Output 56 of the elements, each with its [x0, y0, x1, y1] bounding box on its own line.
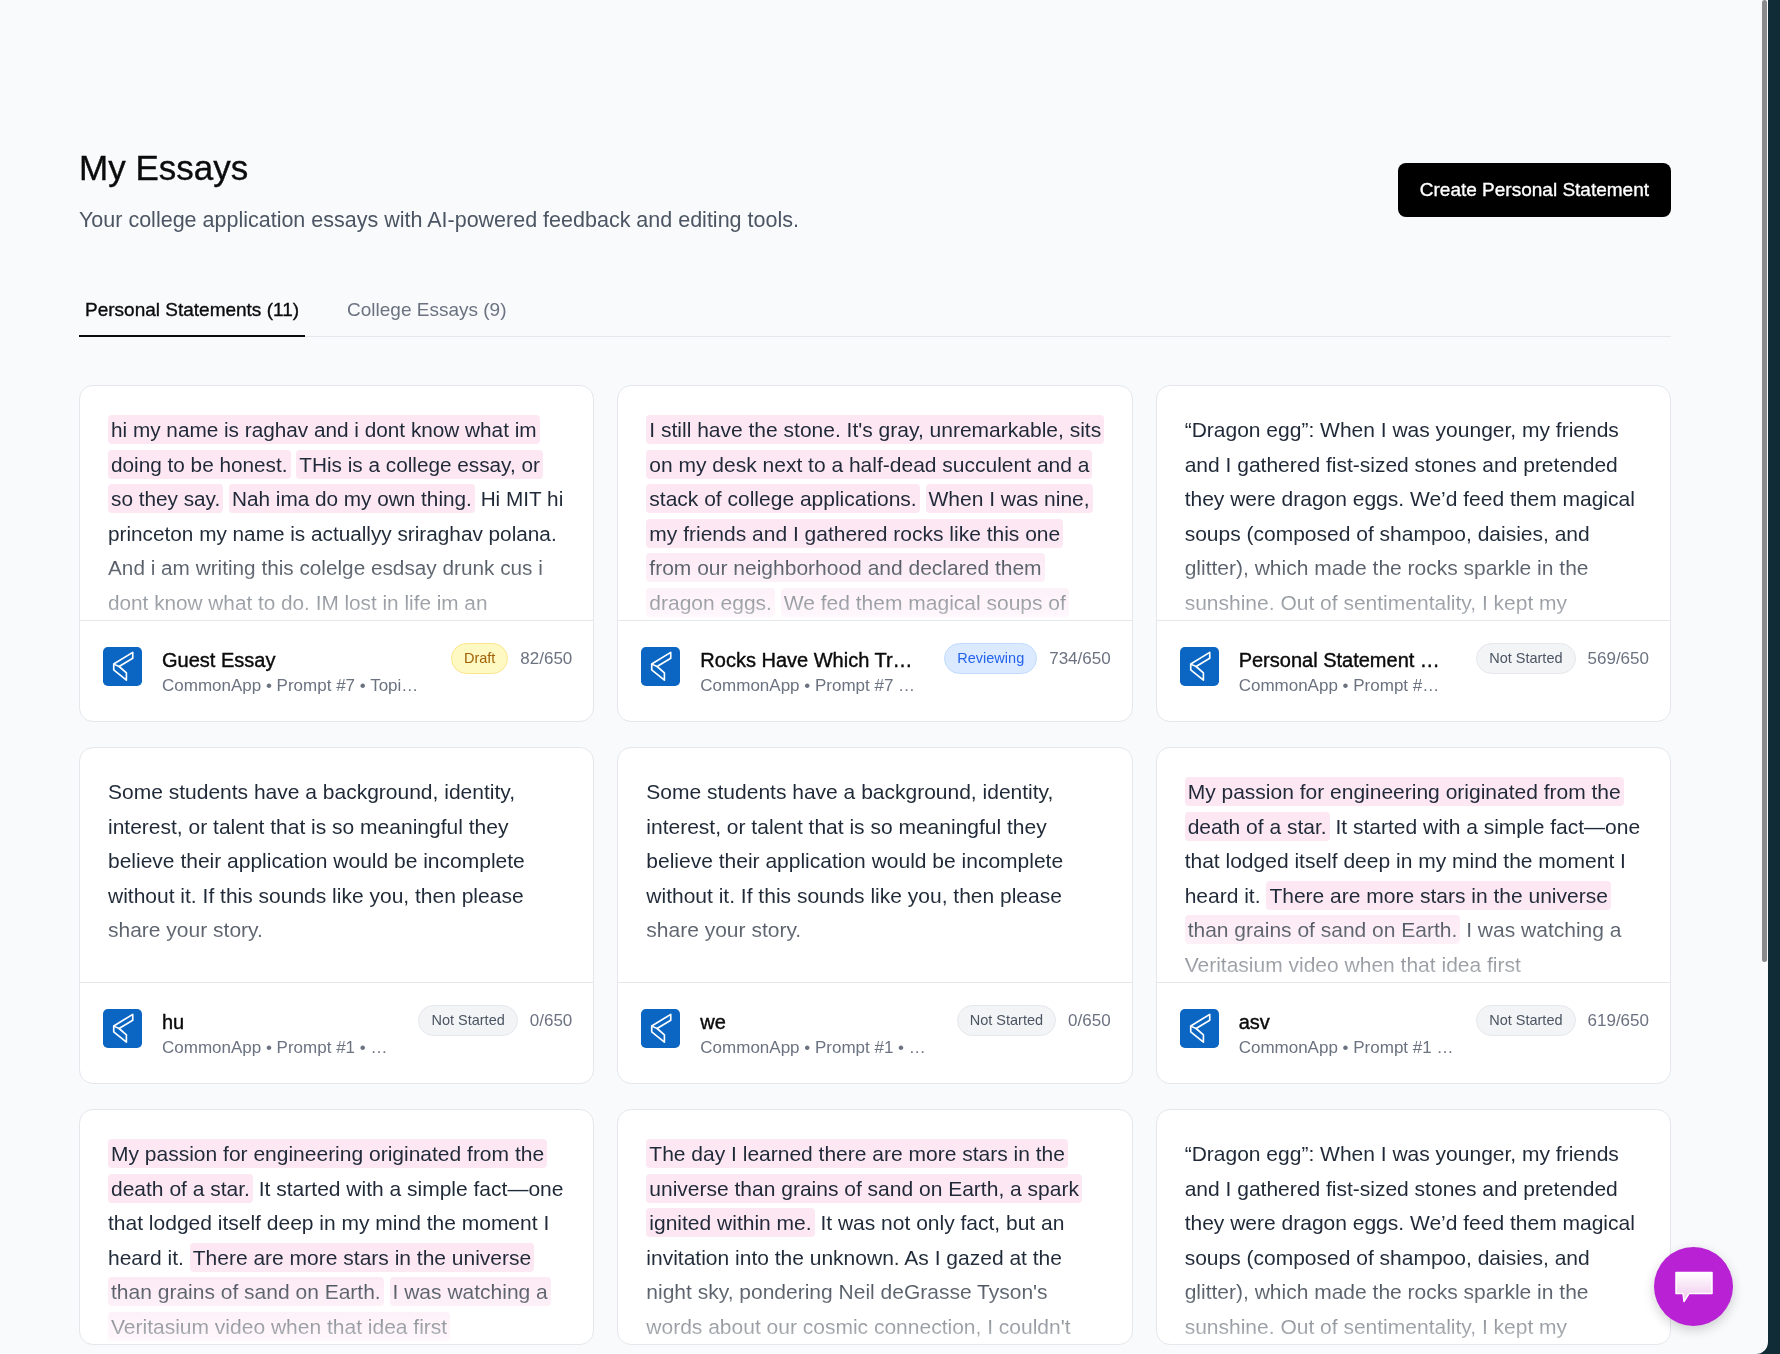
- essay-prompt: CommonApp • Prompt #1 …: [1238, 1037, 1455, 1059]
- logo-icon: [1179, 647, 1219, 686]
- status-badge: Reviewing: [944, 643, 1038, 674]
- create-personal-statement-button[interactable]: Create Personal Statement: [1397, 163, 1671, 217]
- word-count: 0/650: [1068, 1009, 1111, 1032]
- essay-prompt: CommonApp • Prompt #7 • Topi…: [162, 675, 420, 697]
- essay-title: Rocks Have Which Tr…: [700, 648, 914, 673]
- status-badge: Draft: [450, 643, 509, 674]
- essay-title: we: [700, 1010, 727, 1035]
- essay-title: Guest Essay: [162, 648, 277, 673]
- logo-icon: [103, 647, 142, 686]
- essay-card[interactable]: [1155, 385, 1671, 722]
- essay-title: Personal Statement …: [1238, 648, 1441, 673]
- word-count: 619/650: [1587, 1009, 1649, 1032]
- logo-icon: [641, 647, 681, 686]
- essay-excerpt: My passion for engineering originated from the death of a star. It started with a simple fact—one that lodged itself deep in my mind the moment I heard it. There are more stars in the universe than grains of sand on Earth. I was watching a Veritasium video when that idea first: [108, 1137, 567, 1344]
- essay-excerpt: “Dragon egg”: When I was younger, my friends and I gathered fist-sized stones and pretended they were dragon eggs. We’d feed them magical soups (composed of shampoo, daisies, and glitter), which made the rocks sparkle in the sunshine. Out of sentimentality, I kept my: [1184, 417, 1636, 616]
- logo-icon: [103, 1009, 142, 1048]
- essay-card[interactable]: [1155, 747, 1671, 1084]
- essay-title: asv: [1238, 1010, 1271, 1035]
- logo-icon: [1179, 1009, 1219, 1048]
- essay-prompt: CommonApp • Prompt #1 • …: [162, 1037, 389, 1059]
- essay-card[interactable]: [1155, 1109, 1671, 1345]
- essay-card[interactable]: [617, 747, 1133, 1084]
- essay-excerpt: I still have the stone. It's gray, unremarkable, sits on my desk next to a half-dead succulent and a stack of college applications. When I was nine, my friends and I gathered rocks like this one from our neighborhood and declared them dragon eggs. We fed them magical soups of: [646, 413, 1105, 620]
- essay-excerpt: Some students have a background, identity, interest, or talent that is so meaningful they believe their application would be incomplete without it. If this sounds like you, then please share your story.: [108, 779, 526, 943]
- word-count: 0/650: [529, 1009, 573, 1032]
- essay-excerpt: Some students have a background, identity, interest, or talent that is so meaningful they believe their application would be incomplete without it. If this sounds like you, then please share your story.: [646, 779, 1065, 943]
- essay-excerpt: hi my name is raghav and i dont know what im doing to be honest. THis is a college essay, or so they say. Nah ima do my own thing. Hi MIT hi princeton my name is actuallyy sriraghav polana. And i am writing this colelge esdsay drunk cus i dont know what to do. IM lost in life im an: [108, 413, 567, 620]
- word-count: 82/650: [520, 647, 573, 670]
- chat-bubble-icon: [1673, 1269, 1714, 1304]
- chat-button[interactable]: [1654, 1247, 1733, 1326]
- essay-excerpt: “Dragon egg”: When I was younger, my friends and I gathered fist-sized stones and pretended they were dragon eggs. We’d feed them magical soups (composed of shampoo, daisies, and glitter), which made the rocks sparkle in the sunshine. Out of sentimentality, I kept my: [1184, 1141, 1636, 1340]
- status-badge: Not Started: [1476, 1005, 1576, 1036]
- status-badge: Not Started: [1476, 643, 1576, 674]
- word-count: 569/650: [1587, 647, 1649, 670]
- status-badge: Not Started: [418, 1005, 518, 1036]
- page-title: My Essays: [79, 147, 250, 189]
- scrollbar-thumb[interactable]: [1762, 0, 1767, 962]
- essay-card[interactable]: [617, 385, 1133, 722]
- essay-prompt: CommonApp • Prompt #7 …: [700, 675, 917, 697]
- essay-excerpt: The day I learned there are more stars in the universe than grains of sand on Earth, a spark ignited within me. It was not only fact, but an invitation into the unknown. As I gazed at the night sky, pondering Neil deGrasse Tyson's words about our cosmic connection, I couldn't: [646, 1137, 1105, 1344]
- tab[interactable]: College Essays (9): [341, 284, 513, 337]
- page-subtitle: Your college application essays with AI-powered feedback and editing tools.: [79, 207, 799, 234]
- status-badge: Not Started: [956, 1005, 1057, 1036]
- essay-card[interactable]: [79, 747, 595, 1084]
- essay-card[interactable]: [617, 1109, 1133, 1345]
- essay-card[interactable]: [79, 1109, 595, 1345]
- essay-prompt: CommonApp • Prompt #…: [1238, 675, 1441, 697]
- essay-title: hu: [162, 1010, 186, 1035]
- essay-card[interactable]: [79, 385, 595, 722]
- logo-icon: [641, 1009, 681, 1048]
- essay-excerpt: My passion for engineering originated from the death of a star. It started with a simple fact—one that lodged itself deep in my mind the moment I heard it. There are more stars in the universe than grains of sand on Earth. I was watching a Veritasium video when that idea first: [1184, 775, 1643, 982]
- essay-prompt: CommonApp • Prompt #1 • …: [700, 1037, 927, 1059]
- word-count: 734/650: [1049, 647, 1111, 670]
- tab[interactable]: Personal Statements (11): [79, 284, 306, 337]
